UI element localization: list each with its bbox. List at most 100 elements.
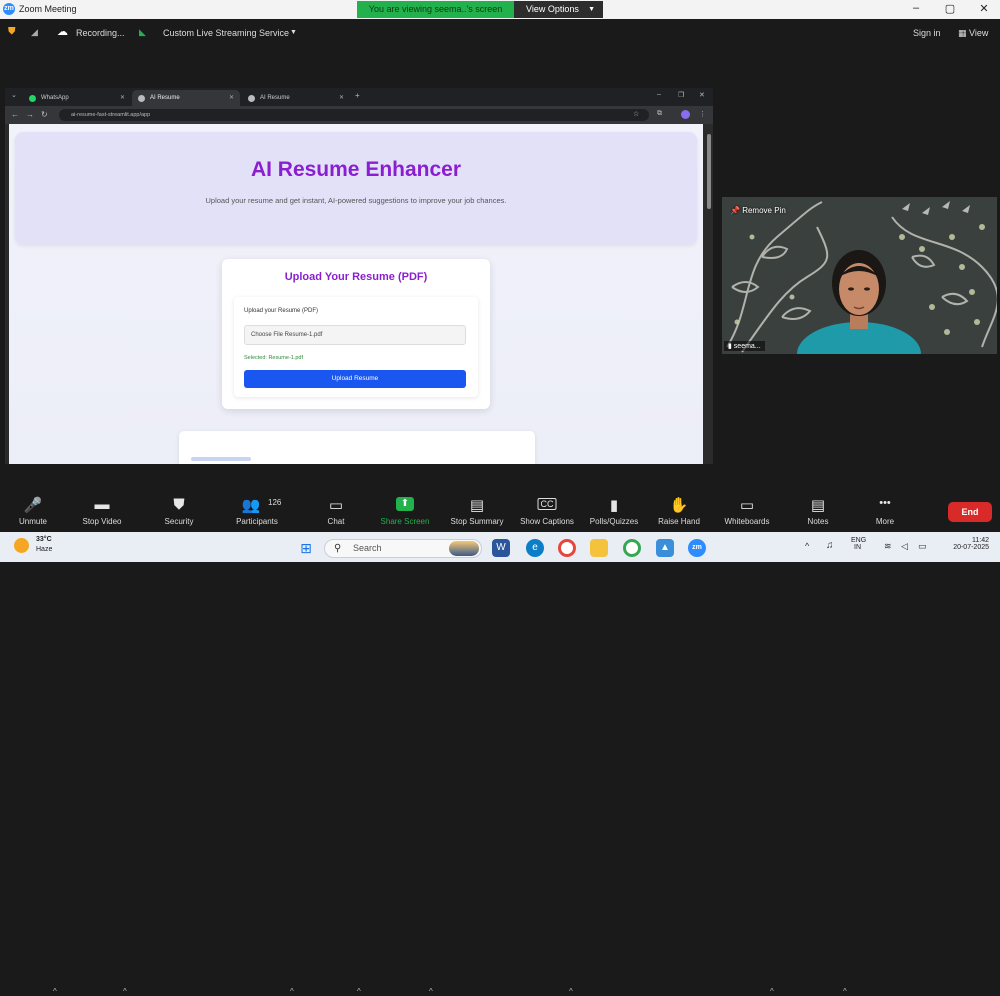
chevron-up-icon[interactable]: ^ xyxy=(770,987,774,996)
stop-summary-button[interactable]: ▤ Stop Summary xyxy=(446,488,508,532)
browser-tab-ai-resume[interactable]: AI Resume ✕ xyxy=(132,90,240,106)
summary-icon: ▤ xyxy=(469,497,485,514)
chat-button[interactable]: ▭ Chat xyxy=(318,488,354,532)
language-indicator[interactable]: ENG IN xyxy=(851,537,866,551)
back-arrow-icon[interactable]: ← xyxy=(11,110,19,119)
shield-icon[interactable]: ⛊ xyxy=(8,26,16,37)
speaker-icon[interactable]: ◁ xyxy=(901,541,908,552)
zoom-taskbar-icon[interactable]: zm xyxy=(688,539,706,557)
participant-video-tile[interactable]: 📌 Remove Pin ▮ seema... xyxy=(722,197,997,354)
end-meeting-button[interactable]: End xyxy=(948,502,992,522)
notes-button[interactable]: ▤ Notes xyxy=(800,488,836,532)
forward-arrow-icon[interactable]: → xyxy=(26,110,34,119)
signal-icon[interactable]: ◢ xyxy=(31,27,38,38)
more-button[interactable]: ••• More xyxy=(866,488,904,532)
region-code: IN xyxy=(854,544,861,551)
close-button[interactable]: ✕ xyxy=(974,2,994,15)
streaming-service[interactable]: Custom Live Streaming Service xyxy=(163,28,289,38)
star-icon[interactable]: ☆ xyxy=(633,110,639,118)
hand-icon: ✋ xyxy=(669,497,689,514)
language-code: ENG xyxy=(851,537,867,544)
captions-icon: CC xyxy=(537,498,557,510)
close-icon[interactable]: ✕ xyxy=(120,90,125,106)
chevron-up-icon[interactable]: ^ xyxy=(805,541,809,551)
shared-screen: ⌄ WhatsApp ✕ AI Resume ✕ AI Resume ✕ + –… xyxy=(5,88,713,464)
raise-hand-button[interactable]: ✋ Raise Hand xyxy=(654,488,704,532)
results-card xyxy=(179,431,535,464)
chevron-up-icon[interactable]: ^ xyxy=(123,987,127,996)
whiteboards-button[interactable]: ▭ Whiteboards xyxy=(718,488,776,532)
address-bar[interactable]: ai-resume-fast-streamlit.app/app xyxy=(59,109,649,121)
url-text: ai-resume-fast-streamlit.app/app xyxy=(71,112,151,118)
chevron-down-icon: ▼ xyxy=(588,6,595,13)
page-favicon-icon xyxy=(138,95,145,102)
window-title-bar: zm Zoom Meeting You are viewing seema..'… xyxy=(0,0,1000,19)
taskbar-search[interactable]: ⚲ Search xyxy=(324,539,482,558)
new-tab-icon[interactable]: + xyxy=(355,91,360,100)
share-screen-button[interactable]: ⬆ Share Screen xyxy=(376,488,434,532)
wifi-icon[interactable]: ≋ xyxy=(884,541,892,552)
photos-icon[interactable]: ▲ xyxy=(656,539,674,557)
stop-video-button[interactable]: ▬ Stop Video xyxy=(76,488,128,532)
resume-file-input[interactable]: Choose File Resume-1.pdf xyxy=(244,325,466,345)
reload-icon[interactable]: ↻ xyxy=(41,110,48,119)
scrollbar-thumb[interactable] xyxy=(707,134,711,209)
upload-card-title: Upload Your Resume (PDF) xyxy=(284,271,428,283)
file-explorer-icon[interactable] xyxy=(590,539,608,557)
edge-icon[interactable]: e xyxy=(526,539,544,557)
grid-icon: ▦ xyxy=(958,28,970,38)
stop-video-label: Stop Video xyxy=(82,517,122,526)
remove-pin-button[interactable]: 📌 Remove Pin xyxy=(730,206,786,215)
participants-button[interactable]: 👥 126 Participants xyxy=(228,488,286,532)
view-menu[interactable]: ▦ View xyxy=(958,28,988,39)
polls-quizzes-button[interactable]: ▮ Polls/Quizzes xyxy=(586,488,642,532)
recording-status[interactable]: Recording... xyxy=(76,28,125,38)
browser-tab-strip: ⌄ WhatsApp ✕ AI Resume ✕ AI Resume ✕ + –… xyxy=(5,88,713,106)
chrome-profile-icon[interactable] xyxy=(623,539,641,557)
menu-icon[interactable]: ⋮ xyxy=(699,110,706,118)
restore-icon[interactable]: ❐ xyxy=(678,91,684,99)
chevron-up-icon[interactable]: ^ xyxy=(53,987,57,996)
search-icon: ⚲ xyxy=(334,543,342,554)
more-dots-icon: ••• xyxy=(879,497,891,509)
maximize-button[interactable]: ▢ xyxy=(940,2,960,15)
sign-in-link[interactable]: Sign in xyxy=(913,28,941,38)
profile-avatar[interactable] xyxy=(681,110,690,119)
system-clock[interactable]: 11:42 20-07-2025 xyxy=(945,537,989,551)
chevron-up-icon[interactable]: ^ xyxy=(429,987,433,996)
unmute-button[interactable]: 🎤 Unmute xyxy=(10,488,56,532)
close-icon[interactable]: ✕ xyxy=(339,90,344,106)
unmute-label: Unmute xyxy=(18,517,47,526)
show-captions-label: Show Captions xyxy=(520,517,574,526)
battery-icon[interactable]: ▭ xyxy=(918,541,927,552)
minimize-button[interactable]: – xyxy=(906,2,926,14)
security-button[interactable]: ⛊ Security xyxy=(155,488,203,532)
clock-date: 20-07-2025 xyxy=(953,544,989,551)
close-icon[interactable]: ✕ xyxy=(229,90,234,106)
browser-tab-whatsapp[interactable]: WhatsApp ✕ xyxy=(23,90,131,106)
share-screen-label: Share Screen xyxy=(380,517,430,526)
word-icon[interactable]: W xyxy=(492,539,510,557)
view-options-button[interactable]: View Options ▼ xyxy=(514,1,603,18)
chevron-up-icon[interactable]: ^ xyxy=(843,987,847,996)
chevron-up-icon[interactable]: ^ xyxy=(290,987,294,996)
chrome-icon[interactable] xyxy=(558,539,576,557)
window-title: Zoom Meeting xyxy=(19,4,77,14)
tab-search-icon[interactable]: ⌄ xyxy=(11,91,17,99)
extensions-icon[interactable]: ⧉ xyxy=(657,110,662,118)
browser-tab-ai-resume-2[interactable]: AI Resume ✕ xyxy=(242,90,350,106)
close-icon[interactable]: ✕ xyxy=(699,91,705,99)
minimize-icon[interactable]: – xyxy=(657,91,661,98)
participants-icon: 👥 xyxy=(241,497,261,514)
copilot-icon[interactable]: ♫ xyxy=(826,540,834,551)
upload-resume-button[interactable]: Upload Resume xyxy=(244,370,466,388)
windows-start-icon[interactable]: ⊞ xyxy=(297,539,315,557)
tab-label: AI Resume xyxy=(150,95,180,101)
web-page: AI Resume Enhancer Upload your resume an… xyxy=(9,124,703,464)
meeting-controls-bar: 🎤 Unmute ^ ▬ Stop Video ^ ⛊ Security 👥 1… xyxy=(0,488,1000,996)
chevron-up-icon[interactable]: ^ xyxy=(569,987,573,996)
weather-temperature: 33°C xyxy=(36,536,52,543)
show-captions-button[interactable]: CC Show Captions xyxy=(516,488,578,532)
chevron-up-icon[interactable]: ^ xyxy=(357,987,361,996)
chevron-down-icon[interactable]: ▼ xyxy=(290,29,297,36)
